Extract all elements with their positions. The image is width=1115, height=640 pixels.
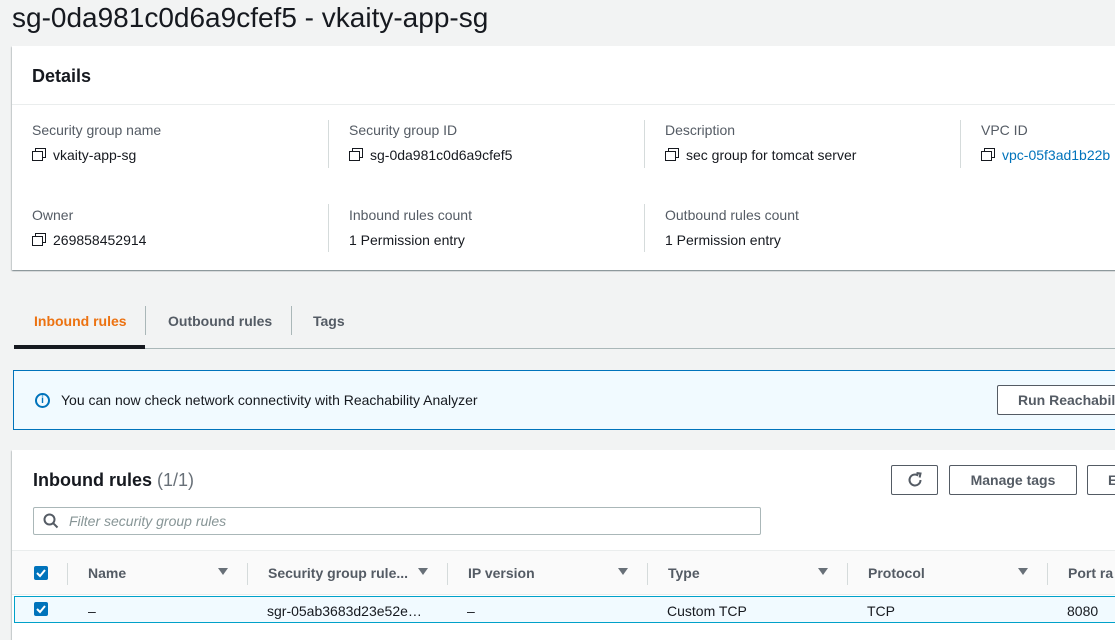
security-group-id-value: sg-0da981c0d6a9cfef5	[370, 147, 513, 163]
info-icon: i	[35, 393, 50, 408]
cell-type: Custom TCP	[667, 603, 747, 619]
page-title: sg-0da981c0d6a9cfef5 - vkaity-app-sg	[12, 2, 489, 33]
security-group-name-value: vkaity-app-sg	[53, 147, 137, 163]
table-title-text: Inbound rules	[33, 470, 152, 490]
banner-message: You can now check network connectivity w…	[61, 392, 478, 408]
column-header-name[interactable]: Name	[88, 565, 126, 581]
field-value: sg-0da981c0d6a9cfef5	[349, 147, 512, 163]
filter-rules-input[interactable]	[67, 508, 747, 534]
sort-caret-icon[interactable]	[1018, 568, 1028, 575]
field-owner: Owner 269858452914	[32, 207, 146, 248]
field-security-group-id: Security group ID sg-0da981c0d6a9cfef5	[349, 122, 512, 163]
field-value: sec group for tomcat server	[665, 147, 856, 163]
sort-caret-icon[interactable]	[618, 568, 628, 575]
tab-divider	[291, 306, 292, 335]
inbound-rules-panel: Inbound rules (1/1) Manage tags E Name S…	[12, 450, 1115, 640]
refresh-icon	[908, 472, 922, 487]
details-heading: Details	[12, 46, 1115, 105]
field-label: Outbound rules count	[665, 207, 799, 223]
copy-icon[interactable]	[981, 148, 996, 162]
search-icon	[43, 513, 59, 529]
cell-ip-version: –	[467, 603, 475, 619]
copy-icon[interactable]	[349, 148, 364, 162]
column-divider	[247, 563, 248, 585]
filter-box	[33, 507, 761, 535]
sort-caret-icon[interactable]	[418, 568, 428, 575]
field-value: vpc-05f3ad1b22b	[981, 147, 1110, 163]
edit-inbound-rules-button[interactable]: E	[1087, 465, 1115, 495]
field-label: Security group ID	[349, 122, 458, 138]
reachability-info-banner: i You can now check network connectivity…	[13, 370, 1115, 430]
table-row[interactable]: – sgr-05ab3683d23e52e… – Custom TCP TCP …	[14, 596, 1115, 623]
field-inbound-rules-count: Inbound rules count 1 Permission entry	[349, 207, 472, 248]
column-header-ip-version[interactable]: IP version	[468, 565, 535, 581]
column-divider	[1047, 563, 1048, 585]
cell-port-range: 8080	[1067, 603, 1099, 619]
table-count: (1/1)	[157, 470, 195, 490]
field-label: Inbound rules count	[349, 207, 472, 223]
column-divider	[447, 563, 448, 585]
field-label: VPC ID	[981, 122, 1028, 138]
sort-caret-icon[interactable]	[818, 568, 828, 575]
column-divider	[847, 563, 848, 585]
field-value: vkaity-app-sg	[32, 147, 161, 163]
vpc-id-link[interactable]: vpc-05f3ad1b22b	[1002, 147, 1110, 163]
column-divider	[328, 120, 329, 168]
field-outbound-rules-count: Outbound rules count 1 Permission entry	[665, 207, 799, 248]
table-header: Name Security group rule... IP version T…	[12, 550, 1115, 595]
select-all-checkbox[interactable]	[34, 566, 48, 580]
manage-tags-button[interactable]: Manage tags	[949, 465, 1077, 495]
field-label: Description	[665, 122, 736, 138]
column-header-port-range[interactable]: Port ra	[1068, 565, 1113, 581]
column-divider	[328, 204, 329, 252]
active-tab-indicator	[14, 345, 145, 349]
column-header-type[interactable]: Type	[668, 565, 700, 581]
refresh-button[interactable]	[891, 465, 938, 495]
tab-bar: Inbound rules Outbound rules Tags	[14, 296, 1115, 349]
cell-protocol: TCP	[867, 603, 895, 619]
field-label: Owner	[32, 207, 74, 223]
column-divider	[644, 120, 645, 168]
run-reachability-analyzer-button[interactable]: Run Reachabil	[997, 385, 1115, 415]
column-header-protocol[interactable]: Protocol	[868, 565, 925, 581]
tab-tags[interactable]: Tags	[313, 296, 345, 349]
sort-caret-icon[interactable]	[218, 568, 228, 575]
field-label: Security group name	[32, 122, 162, 138]
column-divider	[960, 120, 961, 168]
checkmark-icon	[36, 569, 46, 578]
field-description: Description sec group for tomcat server	[665, 122, 856, 163]
cell-rule-id[interactable]: sgr-05ab3683d23e52e…	[267, 603, 422, 619]
tab-outbound-rules[interactable]: Outbound rules	[168, 296, 272, 349]
description-value: sec group for tomcat server	[686, 147, 857, 163]
details-panel: Details Security group name vkaity-app-s…	[12, 46, 1115, 270]
copy-icon[interactable]	[32, 148, 47, 162]
tab-divider	[145, 306, 146, 335]
column-header-rule-id[interactable]: Security group rule...	[268, 565, 408, 581]
owner-value: 269858452914	[53, 232, 147, 248]
field-value: 269858452914	[32, 232, 146, 248]
column-divider	[644, 204, 645, 252]
column-divider	[647, 563, 648, 585]
copy-icon[interactable]	[665, 148, 680, 162]
copy-icon[interactable]	[32, 233, 47, 247]
column-divider	[67, 563, 68, 585]
table-title: Inbound rules (1/1)	[33, 470, 194, 491]
cell-name: –	[88, 603, 96, 619]
field-security-group-name: Security group name vkaity-app-sg	[32, 122, 161, 163]
tab-inbound-rules[interactable]: Inbound rules	[34, 296, 127, 349]
inbound-rules-count-value: 1 Permission entry	[349, 232, 465, 248]
row-select-checkbox[interactable]	[34, 602, 48, 616]
checkmark-icon	[36, 605, 46, 614]
field-vpc-id: VPC ID vpc-05f3ad1b22b	[981, 122, 1110, 163]
outbound-rules-count-value: 1 Permission entry	[665, 232, 781, 248]
